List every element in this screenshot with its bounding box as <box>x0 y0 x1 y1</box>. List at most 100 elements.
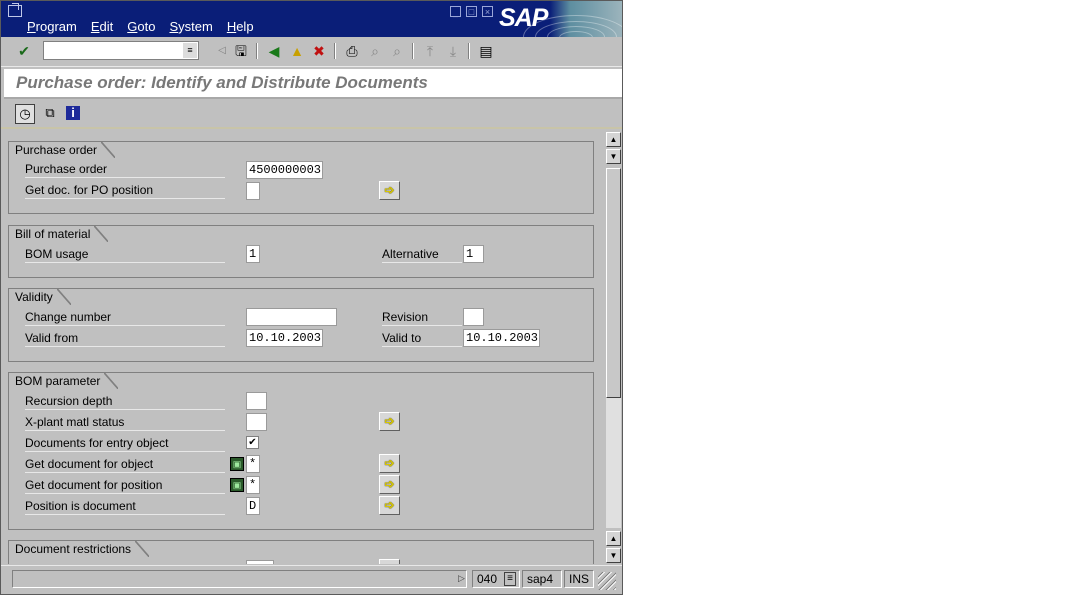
menu-edit-mnemonic: E <box>90 19 100 34</box>
status-mode[interactable]: INS <box>564 570 594 588</box>
scroll-up-icon[interactable]: ▼ <box>606 149 621 164</box>
arrow-right-icon: ➩ <box>384 498 395 512</box>
scroll-page-up-icon[interactable]: ▲ <box>606 132 621 147</box>
get-doc-object-field[interactable]: * <box>246 455 260 473</box>
po-position-arrow-button[interactable]: ➩ <box>379 181 400 200</box>
docs-entry-object-checkbox[interactable]: ✔ <box>246 436 259 449</box>
scroll-thumb[interactable] <box>606 168 621 398</box>
position-is-document-label: Position is document <box>25 498 225 515</box>
cancel-icon[interactable]: ✖ <box>310 42 328 60</box>
doc-restrictions-arrow-button[interactable]: ➩ <box>379 559 400 564</box>
doc-restrictions-field[interactable] <box>246 560 274 564</box>
valid-to-field[interactable]: 10.10.2003 <box>463 329 540 347</box>
group-purchase-order: Purchase order Purchase order 4500000003… <box>8 141 594 214</box>
get-doc-po-position-field[interactable] <box>246 182 260 200</box>
last-page-icon[interactable]: ⤓ <box>444 42 462 60</box>
status-client[interactable]: 040 ≡ <box>472 570 520 588</box>
vertical-scrollbar[interactable]: ▲ ▼ ▲ ▼ <box>606 132 621 564</box>
status-expand-icon[interactable]: ▷ <box>458 573 465 584</box>
save-icon[interactable]: 🖫 <box>232 42 250 60</box>
bom-usage-label: BOM usage <box>25 246 225 263</box>
scroll-page-down-icon[interactable]: ▼ <box>606 548 621 563</box>
copy-icon[interactable]: ⧉ <box>41 104 59 122</box>
menu-goto[interactable]: Goto <box>127 19 155 34</box>
application-toolbar: ◷ ⧉ i <box>1 99 622 129</box>
enter-check-icon[interactable]: ✔ <box>15 42 33 60</box>
arrow-right-icon: ➩ <box>384 414 395 428</box>
close-icon[interactable]: × <box>482 6 493 17</box>
get-doc-object-label: Get document for object <box>25 456 225 473</box>
group-validity: Validity Change number Revision Valid fr… <box>8 288 594 362</box>
change-number-field[interactable] <box>246 308 337 326</box>
revision-field[interactable] <box>463 308 484 326</box>
purchase-order-label: Purchase order <box>25 161 225 178</box>
menu-edit[interactable]: Edit <box>91 19 113 34</box>
execute-clock-icon[interactable]: ◷ <box>15 104 35 124</box>
menu-bar: Program Edit Goto System Help <box>27 19 268 34</box>
alternative-field[interactable]: 1 <box>463 245 484 263</box>
get-doc-po-position-label: Get doc. for PO position <box>25 182 225 199</box>
docs-entry-object-label: Documents for entry object <box>25 435 225 452</box>
menu-goto-mnemonic: G <box>127 19 138 34</box>
menu-program-mnemonic: P <box>27 19 36 34</box>
bom-usage-field[interactable]: 1 <box>246 245 260 263</box>
scroll-down-icon[interactable]: ▲ <box>606 531 621 546</box>
alternative-label: Alternative <box>382 246 462 263</box>
menu-system[interactable]: System <box>169 19 212 34</box>
command-dropdown-icon[interactable]: ≡ <box>183 43 197 58</box>
back-triangle-icon[interactable]: ◁ <box>213 42 231 60</box>
first-page-icon[interactable]: ⤒ <box>421 42 439 60</box>
recursion-depth-field[interactable] <box>246 392 267 410</box>
recursion-depth-label: Recursion depth <box>25 393 225 410</box>
resize-grip-icon[interactable] <box>598 572 616 590</box>
arrow-right-icon: ➩ <box>384 183 395 197</box>
position-is-document-arrow-button[interactable]: ➩ <box>379 496 400 515</box>
session-list-icon[interactable]: ≡ <box>504 572 516 586</box>
purchase-order-field[interactable]: 4500000003 <box>246 161 323 179</box>
revision-label: Revision <box>382 309 462 326</box>
command-field[interactable]: ≡ <box>43 41 199 60</box>
system-menu-icon[interactable] <box>8 3 22 17</box>
exit-icon[interactable]: ▲ <box>288 42 306 60</box>
sap-window: Program Edit Goto System Help _ □ × SAP … <box>0 0 623 595</box>
arrow-right-icon: ➩ <box>384 456 395 470</box>
menu-help[interactable]: Help <box>227 19 254 34</box>
position-is-document-field[interactable]: D <box>246 497 260 515</box>
find-icon[interactable]: ⌕ <box>366 42 384 60</box>
change-number-label: Change number <box>25 309 225 326</box>
matchcode-icon[interactable]: ▣ <box>230 457 244 471</box>
arrow-right-icon: ➩ <box>384 477 395 491</box>
maximize-icon[interactable]: □ <box>466 6 477 17</box>
standard-toolbar: ✔ ≡ ◁ 🖫 ◀ ▲ ✖ ⎙ ⌕ ⌕ ⤒ ⤓ ▤ <box>1 37 622 67</box>
valid-from-field[interactable]: 10.10.2003 <box>246 329 323 347</box>
get-doc-position-label: Get document for position <box>25 477 225 494</box>
group-title: Purchase order <box>8 141 116 158</box>
arrow-right-icon: ➩ <box>384 561 394 564</box>
matchcode-icon[interactable]: ▣ <box>230 478 244 492</box>
status-bar: ▷ 040 ≡ sap4 INS <box>1 565 622 594</box>
group-title: Document restrictions <box>8 540 150 557</box>
group-title: BOM parameter <box>8 372 119 389</box>
sap-logo-text: SAP <box>499 4 548 32</box>
info-icon[interactable]: i <box>66 106 80 120</box>
group-document-restrictions: Document restrictions ➩ <box>8 540 594 564</box>
group-bom-parameter: BOM parameter Recursion depth X-plant ma… <box>8 372 594 530</box>
menu-program[interactable]: Program <box>27 19 77 34</box>
get-doc-position-field[interactable]: * <box>246 476 260 494</box>
group-title: Validity <box>8 288 71 305</box>
xplant-status-label: X-plant matl status <box>25 414 225 431</box>
status-server: sap4 <box>522 570 562 588</box>
page-title: Purchase order: Identify and Distribute … <box>16 73 428 92</box>
create-session-icon[interactable]: ▤ <box>477 42 495 60</box>
valid-to-label: Valid to <box>382 330 462 347</box>
minimize-icon[interactable]: _ <box>450 6 461 17</box>
title-area: Purchase order: Identify and Distribute … <box>4 69 622 99</box>
find-next-icon[interactable]: ⌕ <box>388 42 406 60</box>
get-doc-object-arrow-button[interactable]: ➩ <box>379 454 400 473</box>
xplant-status-field[interactable] <box>246 413 267 431</box>
valid-from-label: Valid from <box>25 330 225 347</box>
back-icon[interactable]: ◀ <box>265 42 283 60</box>
xplant-arrow-button[interactable]: ➩ <box>379 412 400 431</box>
print-icon[interactable]: ⎙ <box>343 42 361 60</box>
get-doc-position-arrow-button[interactable]: ➩ <box>379 475 400 494</box>
